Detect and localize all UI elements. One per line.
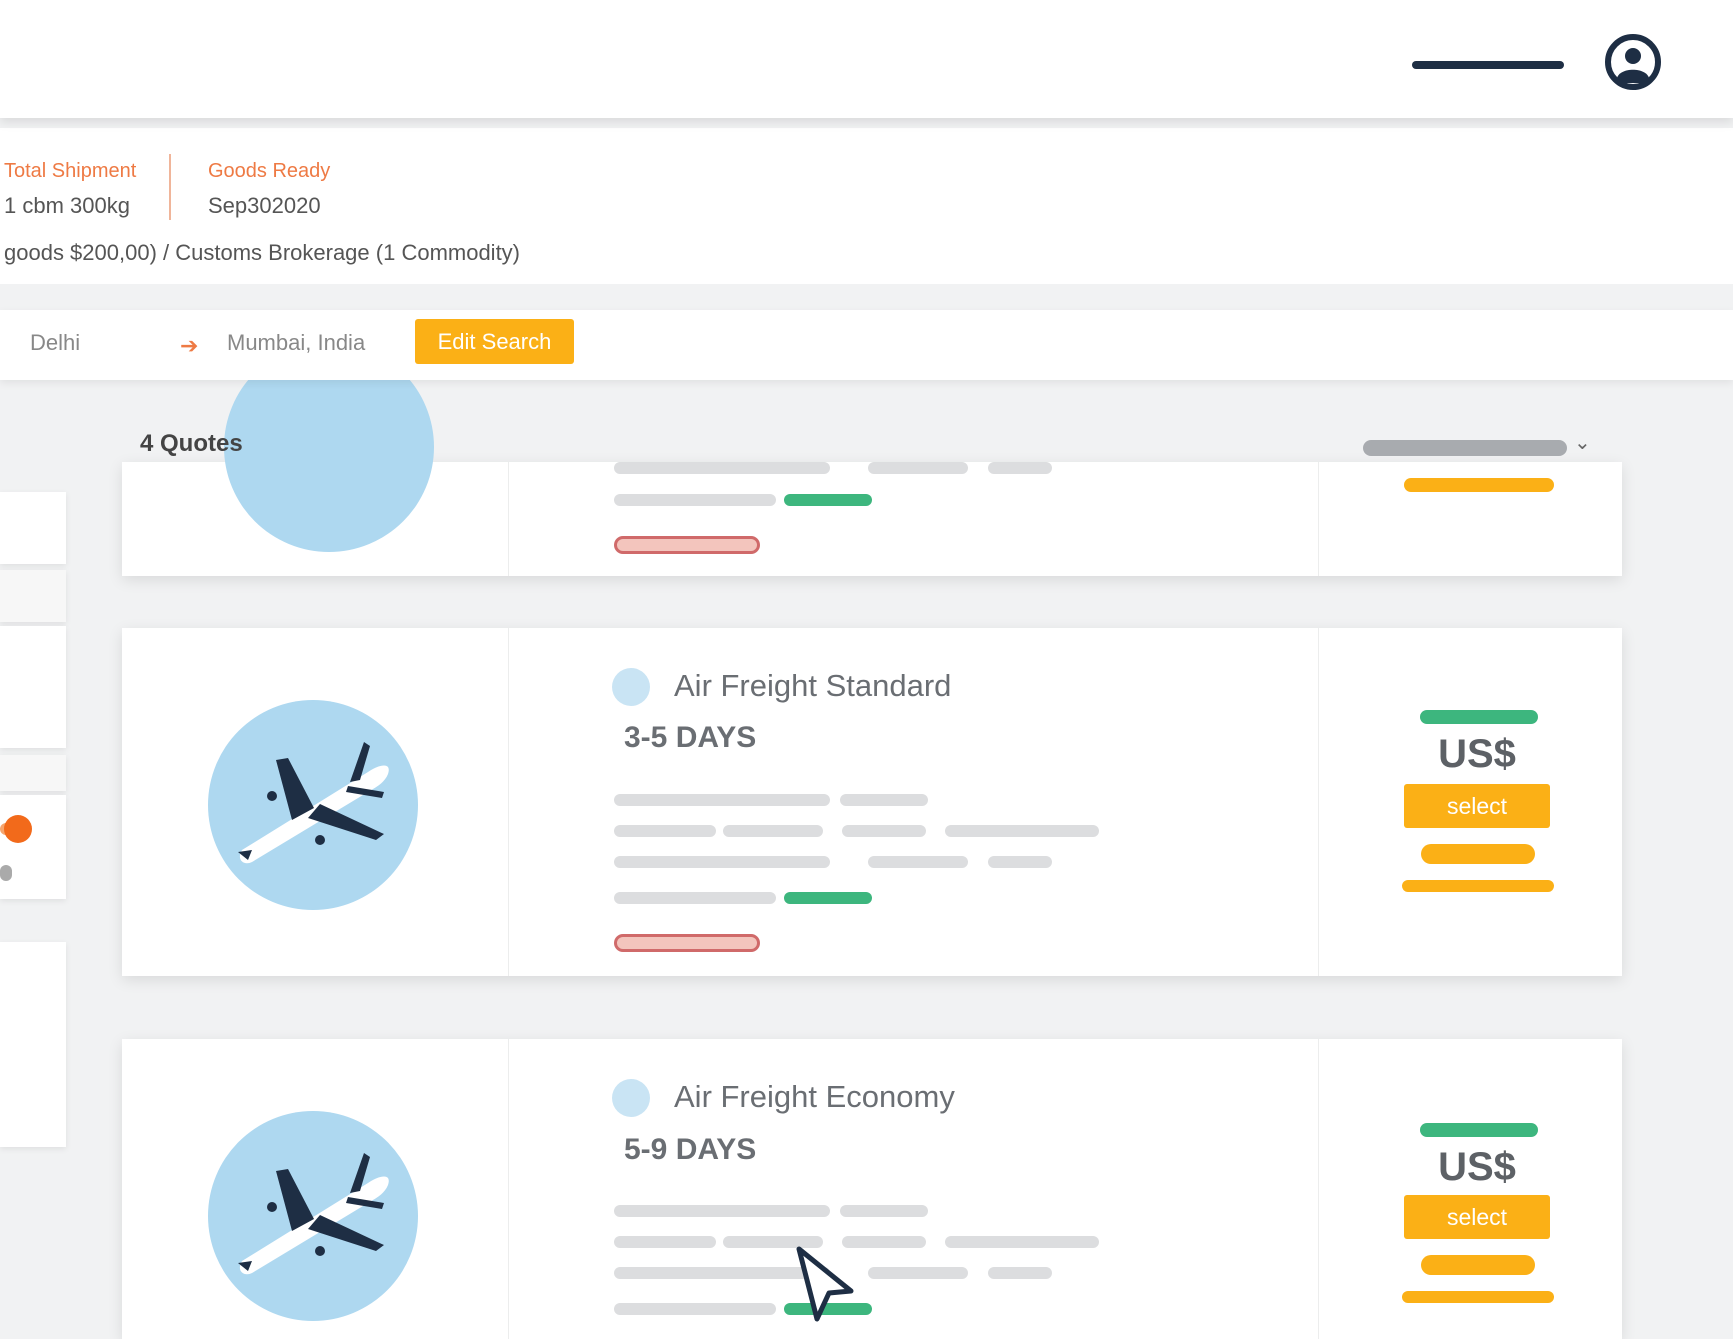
placeholder-line bbox=[988, 856, 1052, 868]
chevron-down-icon[interactable]: ⌄ bbox=[1574, 430, 1591, 455]
placeholder-price-line bbox=[1404, 478, 1554, 492]
route-search-bar: Delhi ➔ Mumbai, India Edit Search bbox=[0, 310, 1733, 380]
filter-panel-card bbox=[0, 570, 66, 622]
placeholder-tag-green bbox=[784, 892, 872, 904]
services-description: goods $200,00) / Customs Brokerage (1 Co… bbox=[4, 240, 521, 265]
quote-card: Air Freight Standard 3-5 DAYS US$ select bbox=[122, 628, 1622, 976]
placeholder-line bbox=[614, 794, 830, 806]
air-mode-icon bbox=[612, 1079, 650, 1117]
placeholder-line bbox=[988, 462, 1052, 474]
placeholder-line bbox=[945, 825, 1099, 837]
top-navbar bbox=[0, 0, 1733, 118]
slider-handle[interactable] bbox=[4, 815, 32, 843]
user-account-icon[interactable] bbox=[1604, 33, 1662, 91]
filter-slider-card bbox=[0, 795, 66, 899]
placeholder-tag-green bbox=[784, 494, 872, 506]
column-divider bbox=[1318, 462, 1319, 576]
select-quote-button[interactable]: select bbox=[1404, 1195, 1550, 1239]
placeholder-line bbox=[614, 892, 776, 904]
price-indicator bbox=[1420, 710, 1538, 724]
column-divider bbox=[508, 628, 509, 976]
shipment-summary: Total Shipment 1 cbm 300kg Goods Ready S… bbox=[0, 128, 1733, 284]
placeholder-line bbox=[614, 1205, 830, 1217]
column-divider bbox=[508, 1039, 509, 1339]
placeholder-line bbox=[868, 462, 968, 474]
price-indicator bbox=[1420, 1123, 1538, 1137]
airplane-icon bbox=[238, 742, 389, 864]
placeholder-line bbox=[614, 1303, 776, 1315]
placeholder-badge bbox=[614, 536, 760, 554]
placeholder-line bbox=[614, 1236, 716, 1248]
placeholder-badge bbox=[614, 934, 760, 952]
placeholder-line bbox=[868, 856, 968, 868]
placeholder-price-line bbox=[1421, 844, 1535, 864]
placeholder-line bbox=[842, 825, 926, 837]
menu-line-icon[interactable] bbox=[1412, 61, 1564, 69]
edit-search-button[interactable]: Edit Search bbox=[415, 319, 574, 364]
placeholder-line bbox=[614, 856, 830, 868]
transit-time: 3-5 DAYS bbox=[624, 721, 757, 754]
service-name: Air Freight Economy bbox=[674, 1079, 955, 1114]
plane-illustration bbox=[208, 700, 418, 910]
summary-divider bbox=[169, 154, 171, 220]
goods-ready-value: Sep302020 bbox=[208, 193, 321, 218]
slider-handle-secondary[interactable] bbox=[0, 865, 12, 881]
goods-ready: Goods Ready Sep302020 bbox=[208, 160, 330, 219]
placeholder-price-line bbox=[1421, 1255, 1535, 1275]
placeholder-line bbox=[945, 1236, 1099, 1248]
placeholder-price-line bbox=[1402, 880, 1554, 892]
airplane-icon bbox=[238, 1153, 389, 1275]
select-quote-button[interactable]: select bbox=[1404, 784, 1550, 828]
placeholder-line bbox=[840, 1205, 928, 1217]
placeholder-line bbox=[840, 794, 928, 806]
destination-city[interactable]: Mumbai, India bbox=[227, 330, 365, 356]
column-divider bbox=[1318, 1039, 1319, 1339]
column-divider bbox=[508, 462, 509, 576]
goods-ready-label: Goods Ready bbox=[208, 160, 331, 182]
price-currency: US$ bbox=[1438, 1145, 1516, 1189]
placeholder-price-line bbox=[1402, 1291, 1554, 1303]
filter-panel-card bbox=[0, 755, 66, 791]
placeholder-line bbox=[868, 1267, 968, 1279]
placeholder-line bbox=[614, 494, 776, 506]
total-shipment-label: Total Shipment bbox=[4, 160, 137, 182]
total-shipment-value: 1 cbm 300kg bbox=[4, 193, 130, 218]
placeholder-line bbox=[614, 825, 716, 837]
mouse-cursor-icon bbox=[796, 1246, 854, 1322]
filter-panel-card bbox=[0, 492, 66, 564]
total-shipment: Total Shipment 1 cbm 300kg bbox=[4, 160, 136, 219]
quote-card: Air Freight Economy 5-9 DAYS US$ select bbox=[122, 1039, 1622, 1339]
column-divider bbox=[1318, 628, 1319, 976]
service-name: Air Freight Standard bbox=[674, 668, 952, 703]
sort-dropdown[interactable] bbox=[1363, 440, 1567, 456]
origin-city[interactable]: Delhi bbox=[30, 330, 80, 356]
quote-card bbox=[122, 342, 1622, 576]
placeholder-line bbox=[614, 462, 830, 474]
plane-illustration bbox=[208, 1111, 418, 1321]
arrow-right-icon: ➔ bbox=[180, 333, 199, 358]
placeholder-line bbox=[723, 825, 823, 837]
air-mode-icon bbox=[612, 668, 650, 706]
transit-time: 5-9 DAYS bbox=[624, 1133, 757, 1166]
filter-panel-card bbox=[0, 626, 66, 748]
filter-panel-card bbox=[0, 942, 66, 1147]
quotes-count: 4 Quotes bbox=[140, 430, 243, 457]
price-currency: US$ bbox=[1438, 732, 1516, 776]
placeholder-line bbox=[988, 1267, 1052, 1279]
